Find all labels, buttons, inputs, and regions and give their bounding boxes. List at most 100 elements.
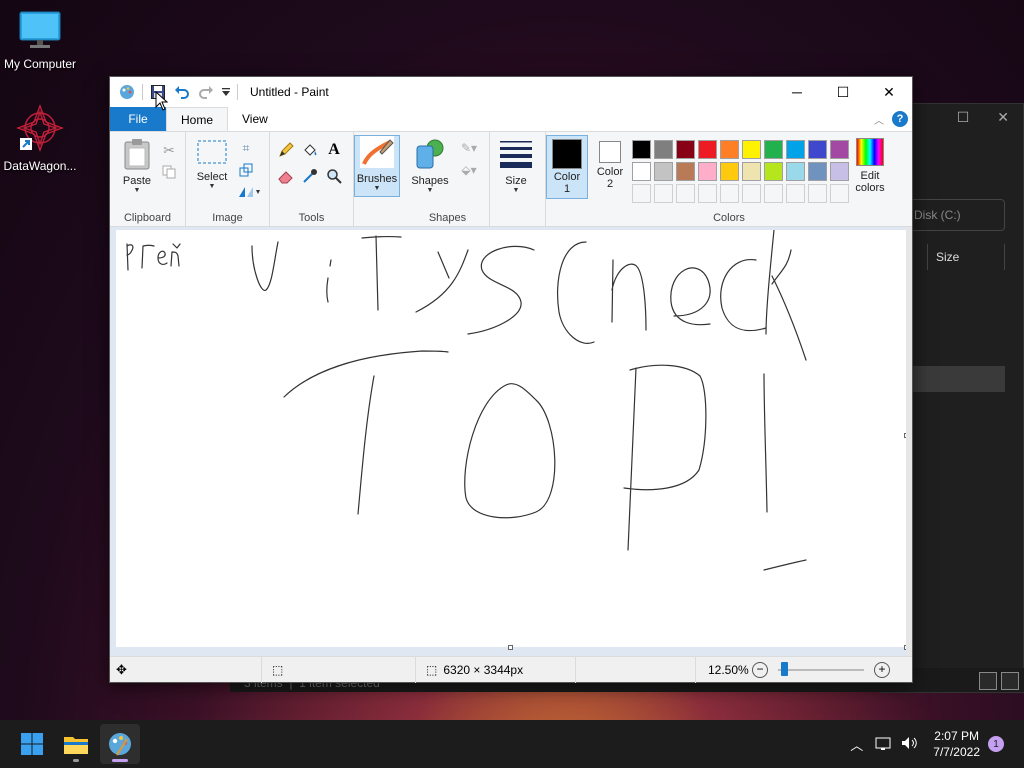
- redo-icon[interactable]: [197, 83, 215, 101]
- color2-button[interactable]: Color 2: [590, 135, 630, 199]
- tab-view[interactable]: View: [228, 107, 282, 131]
- notification-badge[interactable]: 1: [988, 736, 1004, 752]
- rotate-icon[interactable]: [236, 182, 262, 202]
- address-field[interactable]: Disk (C:): [901, 199, 1005, 231]
- help-icon[interactable]: ?: [892, 111, 908, 127]
- vertical-scrollbar[interactable]: [906, 227, 912, 657]
- magnifier-icon[interactable]: [324, 166, 344, 186]
- custom-color-slot[interactable]: [808, 184, 827, 203]
- chevron-down-icon: ▼: [133, 187, 141, 194]
- maximize-button[interactable]: ☐: [820, 77, 866, 107]
- custom-color-slot[interactable]: [698, 184, 717, 203]
- taskbar-paint[interactable]: [100, 724, 140, 764]
- copy-icon[interactable]: [159, 162, 179, 182]
- chevron-up-icon[interactable]: ︿: [850, 735, 863, 754]
- zoom-in-icon[interactable]: +: [874, 662, 890, 678]
- image-size: ⬚ 6320 × 3344px: [416, 657, 576, 683]
- brushes-button[interactable]: Brushes ▼: [354, 135, 400, 197]
- size-button[interactable]: Size ▼: [496, 138, 536, 194]
- color-swatch[interactable]: [742, 140, 761, 159]
- outline-icon[interactable]: ✎▾: [456, 138, 482, 158]
- color-swatch[interactable]: [830, 140, 849, 159]
- custom-color-slot[interactable]: [632, 184, 651, 203]
- fill-icon[interactable]: [300, 140, 320, 160]
- tab-home[interactable]: Home: [166, 107, 229, 131]
- desktop-icon-label: DataWagon...: [3, 159, 77, 173]
- color-swatch[interactable]: [698, 162, 717, 181]
- zoom-slider-track[interactable]: [778, 669, 864, 671]
- color-swatch[interactable]: [808, 162, 827, 181]
- color-swatch[interactable]: [676, 162, 695, 181]
- color-swatch[interactable]: [654, 140, 673, 159]
- minimize-button[interactable]: ─: [774, 77, 820, 107]
- color-swatch[interactable]: [720, 162, 739, 181]
- stroke-small-r: [126, 243, 134, 271]
- stroke-c: [556, 241, 595, 344]
- start-button[interactable]: [12, 724, 52, 764]
- start-icon: [21, 733, 43, 755]
- close-button[interactable]: ✕: [866, 77, 912, 107]
- custom-color-slot[interactable]: [676, 184, 695, 203]
- color-swatch[interactable]: [654, 162, 673, 181]
- custom-color-slot[interactable]: [764, 184, 783, 203]
- column-header-size[interactable]: Size: [927, 244, 1005, 270]
- collapse-ribbon-icon[interactable]: ︿: [874, 112, 884, 127]
- taskbar-file-explorer[interactable]: [56, 724, 96, 764]
- zoom-slider-thumb[interactable]: [781, 662, 788, 676]
- color-swatch[interactable]: [786, 140, 805, 159]
- resize-handle-bottom[interactable]: [508, 645, 513, 650]
- select-button[interactable]: Select ▼: [194, 138, 230, 190]
- cut-icon[interactable]: ✂: [159, 140, 179, 160]
- paste-button[interactable]: Paste ▼: [118, 138, 156, 194]
- selected-row[interactable]: [913, 366, 1005, 392]
- drawing-canvas[interactable]: [116, 230, 906, 647]
- color-swatch[interactable]: [632, 140, 651, 159]
- fill-shape-icon[interactable]: ⬙▾: [456, 160, 482, 180]
- tiles-view-icon[interactable]: [1001, 672, 1019, 690]
- close-icon[interactable]: ✕: [997, 109, 1009, 126]
- custom-color-slot[interactable]: [720, 184, 739, 203]
- custom-color-slot[interactable]: [742, 184, 761, 203]
- color-swatch[interactable]: [764, 162, 783, 181]
- color-swatch[interactable]: [720, 140, 739, 159]
- edit-colors-button[interactable]: Edit colors: [852, 138, 888, 194]
- color-swatch[interactable]: [742, 162, 761, 181]
- undo-icon[interactable]: [173, 83, 191, 101]
- color-swatch[interactable]: [764, 140, 783, 159]
- color-swatch[interactable]: [808, 140, 827, 159]
- custom-color-slot[interactable]: [830, 184, 849, 203]
- color-swatch[interactable]: [830, 162, 849, 181]
- paint-app-icon[interactable]: [118, 83, 136, 101]
- resize-icon[interactable]: [236, 160, 256, 180]
- custom-color-slot[interactable]: [654, 184, 673, 203]
- crop-icon[interactable]: ⌗: [236, 138, 256, 158]
- text-icon[interactable]: A: [324, 140, 344, 160]
- details-view-icon[interactable]: [979, 672, 997, 690]
- eraser-icon[interactable]: [276, 166, 296, 186]
- color-swatch[interactable]: [786, 162, 805, 181]
- maximize-icon[interactable]: ☐: [957, 109, 970, 126]
- color1-button[interactable]: Color 1: [546, 135, 588, 199]
- customize-dropdown-icon[interactable]: [221, 83, 231, 101]
- color-swatch[interactable]: [676, 140, 695, 159]
- custom-color-slot[interactable]: [786, 184, 805, 203]
- paint-window[interactable]: Untitled - Paint ─ ☐ ✕ File Home View ︿ …: [109, 76, 913, 683]
- desktop-icon-datawagon[interactable]: DataWagon...: [0, 104, 80, 173]
- color-swatch[interactable]: [698, 140, 717, 159]
- color-swatch[interactable]: [632, 162, 651, 181]
- color-picker-icon[interactable]: [300, 166, 320, 186]
- stroke-small-e: [157, 250, 168, 265]
- cursor-position: ✥: [110, 657, 262, 683]
- group-colors: Color 1 Color 2 Edit colors Colors: [546, 132, 912, 228]
- desktop-icon-my-computer[interactable]: My Computer: [0, 10, 80, 71]
- stroke-big-p: [623, 364, 707, 551]
- shapes-icon: [416, 139, 444, 169]
- network-icon[interactable]: [875, 735, 893, 754]
- drawing-strokes: [126, 230, 807, 571]
- clock[interactable]: 2:07 PM 7/7/2022: [933, 728, 980, 760]
- volume-icon[interactable]: [901, 735, 919, 754]
- color2-number: 2: [606, 178, 614, 190]
- shapes-button[interactable]: Shapes ▼: [408, 138, 452, 194]
- pencil-icon[interactable]: [276, 140, 296, 160]
- zoom-out-icon[interactable]: −: [752, 662, 768, 678]
